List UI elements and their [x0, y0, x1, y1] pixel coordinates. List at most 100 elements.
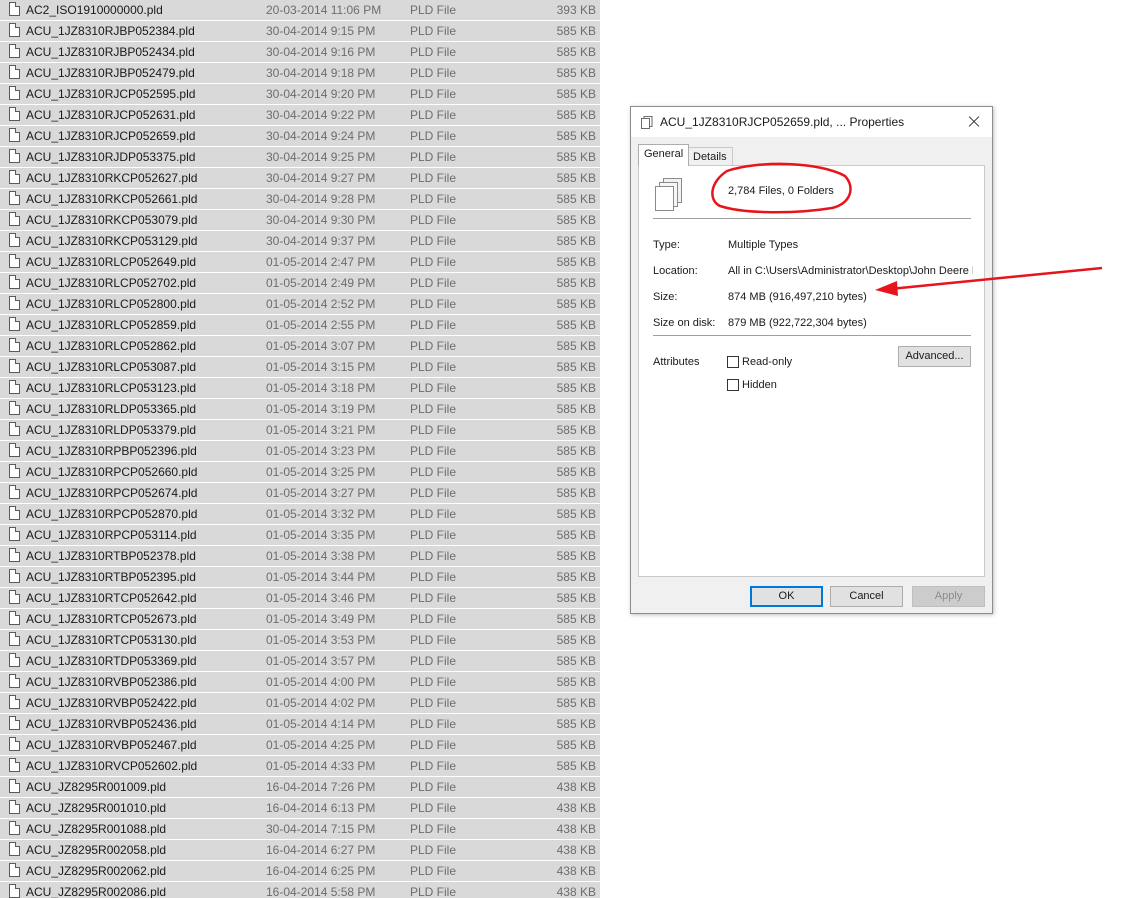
file-type: PLD File [410, 150, 457, 164]
cancel-button[interactable]: Cancel [830, 586, 903, 607]
tab-details[interactable]: Details [687, 147, 733, 167]
file-row[interactable]: ACU_1JZ8310RLCP052800.pld 01-05-2014 2:52… [0, 293, 600, 314]
file-date: 01-05-2014 3:27 PM [266, 486, 376, 500]
file-date: 01-05-2014 2:52 PM [266, 297, 376, 311]
file-icon [9, 527, 20, 541]
file-row[interactable]: AC2_ISO1910000000.pld 20-03-2014 11:06 PM… [0, 0, 600, 20]
file-size: 585 KB [556, 465, 596, 479]
multiple-files-icon [641, 116, 653, 129]
file-name: ACU_JZ8295R001088.pld [26, 822, 167, 836]
readonly-label[interactable]: Read-only [742, 356, 792, 368]
file-name: ACU_1JZ8310RKCP053079.pld [26, 213, 198, 227]
file-row[interactable]: ACU_1JZ8310RTDP053369.pld 01-05-2014 3:57… [0, 650, 600, 671]
file-row[interactable]: ACU_1JZ8310RJBP052434.pld 30-04-2014 9:16… [0, 41, 600, 62]
file-date: 01-05-2014 4:14 PM [266, 717, 376, 731]
file-row[interactable]: ACU_1JZ8310RVBP052386.pld 01-05-2014 4:00… [0, 671, 600, 692]
file-row[interactable]: ACU_1JZ8310RPCP053114.pld 01-05-2014 3:35… [0, 524, 600, 545]
ok-button[interactable]: OK [750, 586, 823, 607]
file-row[interactable]: ACU_1JZ8310RPBP052396.pld 01-05-2014 3:23… [0, 440, 600, 461]
file-icon [9, 590, 20, 604]
file-row[interactable]: ACU_1JZ8310RKCP053129.pld 30-04-2014 9:37… [0, 230, 600, 251]
advanced-button[interactable]: Advanced... [898, 346, 971, 367]
file-row[interactable]: ACU_1JZ8310RJCP052659.pld 30-04-2014 9:24… [0, 125, 600, 146]
file-row[interactable]: ACU_JZ8295R002062.pld 16-04-2014 6:25 PM P… [0, 860, 600, 881]
hidden-label[interactable]: Hidden [742, 379, 777, 391]
tab-general[interactable]: General [638, 144, 690, 166]
file-row[interactable]: ACU_1JZ8310RKCP052627.pld 30-04-2014 9:27… [0, 167, 600, 188]
file-row[interactable]: ACU_1JZ8310RVBP052422.pld 01-05-2014 4:02… [0, 692, 600, 713]
size-on-disk-value: 879 MB (922,722,304 bytes) [728, 317, 867, 329]
file-row[interactable]: ACU_1JZ8310RLCP053123.pld 01-05-2014 3:18… [0, 377, 600, 398]
file-name: ACU_1JZ8310RLDP053379.pld [26, 423, 197, 437]
file-row[interactable]: ACU_1JZ8310RJDP053375.pld 30-04-2014 9:25… [0, 146, 600, 167]
file-row[interactable]: ACU_JZ8295R002058.pld 16-04-2014 6:27 PM P… [0, 839, 600, 860]
file-row[interactable]: ACU_1JZ8310RLDP053379.pld 01-05-2014 3:21… [0, 419, 600, 440]
file-row[interactable]: ACU_1JZ8310RJCP052595.pld 30-04-2014 9:20… [0, 83, 600, 104]
file-name: ACU_1JZ8310RLCP052859.pld [26, 318, 197, 332]
file-name: ACU_JZ8295R002062.pld [26, 864, 167, 878]
file-size: 585 KB [556, 318, 596, 332]
file-row[interactable]: ACU_1JZ8310RLDP053365.pld 01-05-2014 3:19… [0, 398, 600, 419]
file-row[interactable]: ACU_1JZ8310RJCP052631.pld 30-04-2014 9:22… [0, 104, 600, 125]
file-row[interactable]: ACU_1JZ8310RTCP052673.pld 01-05-2014 3:49… [0, 608, 600, 629]
file-type: PLD File [410, 570, 457, 584]
file-size: 585 KB [556, 528, 596, 542]
file-row[interactable]: ACU_1JZ8310RTCP053130.pld 01-05-2014 3:53… [0, 629, 600, 650]
file-icon [9, 632, 20, 646]
file-row[interactable]: ACU_1JZ8310RVBP052436.pld 01-05-2014 4:14… [0, 713, 600, 734]
file-row[interactable]: ACU_1JZ8310RTBP052378.pld 01-05-2014 3:38… [0, 545, 600, 566]
file-row[interactable]: ACU_1JZ8310RJBP052479.pld 30-04-2014 9:18… [0, 62, 600, 83]
file-icon [9, 170, 20, 184]
file-row[interactable]: ACU_1JZ8310RJBP052384.pld 30-04-2014 9:15… [0, 20, 600, 41]
file-name: ACU_JZ8295R001010.pld [26, 801, 167, 815]
apply-button[interactable]: Apply [912, 586, 985, 607]
file-row[interactable]: ACU_1JZ8310RTCP052642.pld 01-05-2014 3:46… [0, 587, 600, 608]
file-row[interactable]: ACU_1JZ8310RPCP052870.pld 01-05-2014 3:32… [0, 503, 600, 524]
file-row[interactable]: ACU_JZ8295R002086.pld 16-04-2014 5:58 PM P… [0, 881, 600, 898]
file-name: ACU_1JZ8310RVCP052602.pld [26, 759, 198, 773]
file-row[interactable]: ACU_1JZ8310RLCP052649.pld 01-05-2014 2:47… [0, 251, 600, 272]
file-name: ACU_1JZ8310RJCP052595.pld [26, 87, 196, 101]
file-size: 585 KB [556, 87, 596, 101]
file-row[interactable]: ACU_1JZ8310RKCP053079.pld 30-04-2014 9:30… [0, 209, 600, 230]
file-row[interactable]: ACU_1JZ8310RLCP052702.pld 01-05-2014 2:49… [0, 272, 600, 293]
file-name: ACU_1JZ8310RLCP053123.pld [26, 381, 197, 395]
file-row[interactable]: ACU_1JZ8310RPCP052674.pld 01-05-2014 3:27… [0, 482, 600, 503]
file-date: 16-04-2014 6:13 PM [266, 801, 376, 815]
file-size: 585 KB [556, 360, 596, 374]
readonly-checkbox[interactable] [727, 356, 739, 368]
file-icon [9, 695, 20, 709]
file-row[interactable]: ACU_JZ8295R001088.pld 30-04-2014 7:15 PM P… [0, 818, 600, 839]
file-icon [9, 821, 20, 835]
file-size: 585 KB [556, 171, 596, 185]
file-type: PLD File [410, 213, 457, 227]
file-type: PLD File [410, 465, 457, 479]
file-row[interactable]: ACU_1JZ8310RVBP052467.pld 01-05-2014 4:25… [0, 734, 600, 755]
file-row[interactable]: ACU_1JZ8310RKCP052661.pld 30-04-2014 9:28… [0, 188, 600, 209]
file-type: PLD File [410, 24, 457, 38]
file-date: 30-04-2014 7:15 PM [266, 822, 376, 836]
file-list: AC2_ISO1910000000.pld 20-03-2014 11:06 PM… [0, 0, 600, 898]
file-name: ACU_1JZ8310RKCP052627.pld [26, 171, 198, 185]
file-row[interactable]: ACU_JZ8295R001009.pld 16-04-2014 7:26 PM P… [0, 776, 600, 797]
file-row[interactable]: ACU_JZ8295R001010.pld 16-04-2014 6:13 PM P… [0, 797, 600, 818]
file-name: ACU_1JZ8310RJCP052631.pld [26, 108, 196, 122]
file-date: 30-04-2014 9:24 PM [266, 129, 376, 143]
file-row[interactable]: ACU_1JZ8310RTBP052395.pld 01-05-2014 3:44… [0, 566, 600, 587]
file-icon [9, 65, 20, 79]
file-size: 585 KB [556, 213, 596, 227]
file-size: 585 KB [556, 612, 596, 626]
file-type: PLD File [410, 444, 457, 458]
file-row[interactable]: ACU_1JZ8310RVCP052602.pld 01-05-2014 4:33… [0, 755, 600, 776]
hidden-checkbox[interactable] [727, 379, 739, 391]
file-date: 01-05-2014 3:44 PM [266, 570, 376, 584]
file-row[interactable]: ACU_1JZ8310RPCP052660.pld 01-05-2014 3:25… [0, 461, 600, 482]
file-icon [9, 107, 20, 121]
file-row[interactable]: ACU_1JZ8310RLCP052862.pld 01-05-2014 3:07… [0, 335, 600, 356]
file-icon [9, 317, 20, 331]
close-icon[interactable] [962, 111, 986, 133]
file-type: PLD File [410, 717, 457, 731]
file-row[interactable]: ACU_1JZ8310RLCP053087.pld 01-05-2014 3:15… [0, 356, 600, 377]
file-row[interactable]: ACU_1JZ8310RLCP052859.pld 01-05-2014 2:55… [0, 314, 600, 335]
dialog-titlebar[interactable]: ACU_1JZ8310RJCP052659.pld, ... Propertie… [631, 107, 992, 137]
